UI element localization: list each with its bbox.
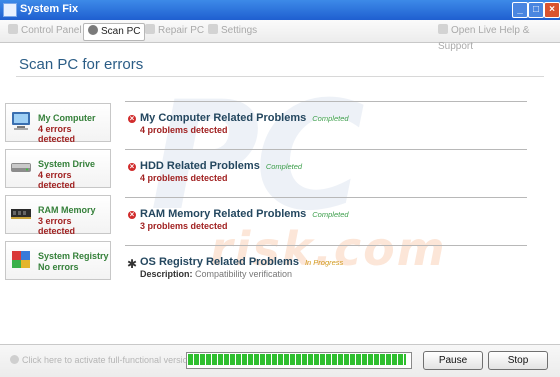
result-ram-memory: × RAM Memory Related Problems Completed 3… bbox=[125, 197, 527, 244]
result-name: HDD Related Problems Completed bbox=[140, 160, 303, 172]
progress-fill bbox=[188, 354, 406, 365]
tab-control-panel[interactable]: Control Panel bbox=[8, 23, 82, 39]
sidebar-item-title: RAM Memory bbox=[38, 205, 96, 215]
toolbar: Control Panel Scan PC Repair PC Settings… bbox=[0, 20, 560, 52]
error-icon: × bbox=[128, 114, 136, 123]
result-status: Completed bbox=[265, 162, 303, 171]
repair-icon bbox=[145, 24, 155, 34]
divider bbox=[125, 245, 527, 246]
divider bbox=[125, 197, 527, 198]
result-name: My Computer Related Problems Completed bbox=[140, 112, 349, 124]
sidebar-item-status: No errors bbox=[38, 262, 79, 272]
sidebar-item-system-registry[interactable]: System Registry No errors bbox=[5, 241, 111, 280]
scan-icon bbox=[88, 25, 98, 35]
sidebar-item-status: 3 errors detected bbox=[38, 216, 76, 236]
activate-icon bbox=[10, 355, 19, 364]
result-status: Completed bbox=[312, 210, 349, 219]
result-os-registry: ✱ OS Registry Related Problems In Progres… bbox=[125, 245, 527, 292]
live-help-link[interactable]: Open Live Help & Support bbox=[438, 23, 560, 52]
sidebar-item-title: System Registry bbox=[38, 251, 109, 261]
result-name: RAM Memory Related Problems Completed bbox=[140, 208, 349, 220]
sidebar-item-title: My Computer bbox=[38, 113, 96, 123]
result-status: Completed bbox=[312, 114, 349, 123]
memory-icon bbox=[11, 209, 31, 219]
tab-scan-pc[interactable]: Scan PC bbox=[83, 23, 146, 41]
result-description: Description: Compatibility verification bbox=[140, 269, 293, 279]
sidebar-item-title: System Drive bbox=[38, 159, 96, 169]
error-icon: × bbox=[128, 162, 136, 171]
stop-button[interactable]: Stop bbox=[488, 351, 548, 370]
sidebar-item-status: 4 errors detected bbox=[38, 170, 76, 190]
window-title: System Fix bbox=[20, 3, 79, 15]
sidebar-item-status: 4 errors detected bbox=[38, 124, 76, 144]
drive-icon bbox=[11, 163, 31, 172]
help-icon bbox=[438, 24, 448, 34]
result-my-computer: × My Computer Related Problems Completed … bbox=[125, 101, 527, 148]
footer: Click here to activate full-functional v… bbox=[0, 344, 560, 377]
spinner-icon: ✱ bbox=[127, 257, 138, 271]
scan-progress-bar bbox=[186, 352, 412, 369]
page-title: Scan PC for errors bbox=[19, 56, 144, 73]
tab-repair-pc[interactable]: Repair PC bbox=[145, 23, 204, 39]
settings-icon bbox=[208, 24, 218, 34]
divider bbox=[125, 101, 527, 102]
result-hdd: × HDD Related Problems Completed 4 proble… bbox=[125, 149, 527, 196]
app-icon bbox=[3, 3, 17, 17]
computer-icon bbox=[12, 112, 30, 130]
sidebar-item-system-drive[interactable]: System Drive 4 errors detected bbox=[5, 149, 111, 190]
result-detail: 4 problems detected bbox=[140, 173, 228, 183]
sidebar-item-my-computer[interactable]: My Computer 4 errors detected bbox=[5, 103, 111, 144]
sidebar-item-ram-memory[interactable]: RAM Memory 3 errors detected bbox=[5, 195, 111, 236]
activate-link[interactable]: Click here to activate full-functional v… bbox=[10, 355, 193, 365]
result-name: OS Registry Related Problems In Progress bbox=[140, 256, 344, 268]
error-icon: × bbox=[128, 210, 136, 219]
minimize-button[interactable]: _ bbox=[512, 2, 528, 18]
registry-icon bbox=[12, 251, 30, 268]
title-bar: System Fix _ □ × bbox=[0, 0, 560, 20]
wrench-icon bbox=[8, 24, 18, 34]
maximize-button[interactable]: □ bbox=[528, 2, 544, 18]
tab-settings[interactable]: Settings bbox=[208, 23, 257, 39]
divider bbox=[125, 149, 527, 150]
divider bbox=[16, 76, 544, 77]
result-detail: 3 problems detected bbox=[140, 221, 228, 231]
result-detail: 4 problems detected bbox=[140, 125, 228, 135]
result-status: In Progress bbox=[304, 258, 344, 267]
close-button[interactable]: × bbox=[544, 2, 560, 18]
pause-button[interactable]: Pause bbox=[423, 351, 483, 370]
